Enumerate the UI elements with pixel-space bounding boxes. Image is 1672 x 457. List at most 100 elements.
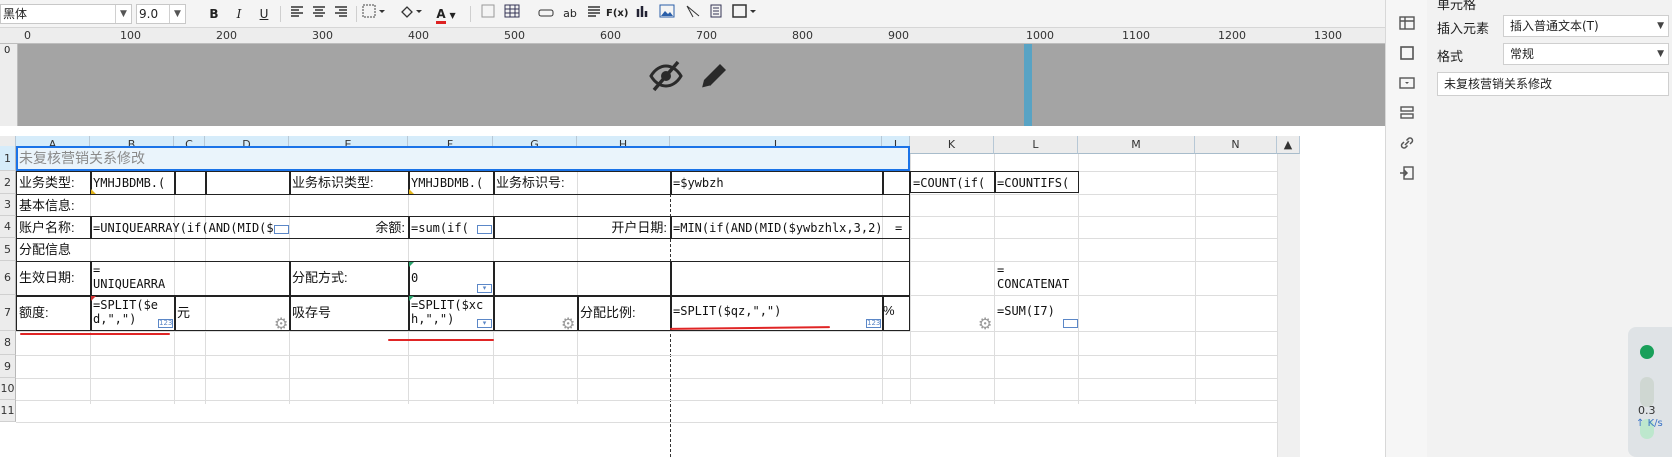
- cell-k2-formula[interactable]: =COUNT(if(: [910, 172, 994, 194]
- bold-button[interactable]: B: [204, 4, 224, 24]
- hidden-eye-icon[interactable]: [648, 58, 684, 94]
- gear-icon[interactable]: ⚙: [561, 316, 575, 332]
- underline-button[interactable]: U: [254, 4, 274, 24]
- cell-g2-biz-id-label[interactable]: 业务标识号:: [493, 172, 670, 194]
- table-icon[interactable]: [502, 4, 522, 24]
- text-ab-button[interactable]: ab: [560, 4, 580, 24]
- ruler-mark: 1000: [1026, 29, 1054, 42]
- cell-e4-balance-label[interactable]: 余额:: [289, 217, 408, 238]
- number-type-icon: 123: [158, 319, 173, 328]
- row-header-3[interactable]: 3: [0, 194, 16, 216]
- report-grid: A B C D E F G H I J K L M N ▲ 1 2 3 4 5 …: [0, 136, 1385, 457]
- cell-b6-formula[interactable]: = UNIQUEARRA: [90, 262, 174, 295]
- ruler-mark: 900: [888, 29, 909, 42]
- cell-a5-allocation-info[interactable]: 分配信息: [16, 239, 316, 261]
- ruler-mark: 0: [24, 29, 31, 42]
- italic-button[interactable]: I: [229, 4, 249, 24]
- paragraph-icon[interactable]: [584, 4, 604, 24]
- formula-button[interactable]: F(x): [606, 4, 628, 24]
- column-header-m[interactable]: M: [1078, 136, 1195, 154]
- gear-icon[interactable]: ⚙: [978, 316, 992, 332]
- font-size-select[interactable]: 9.0 ▼: [136, 4, 186, 24]
- cell-a2-business-type-label[interactable]: 业务类型:: [16, 172, 90, 194]
- cell-j4-formula[interactable]: =: [894, 217, 910, 238]
- row-header-8[interactable]: 8: [0, 331, 16, 355]
- column-header-l[interactable]: L: [994, 136, 1078, 154]
- image-icon[interactable]: [657, 4, 677, 24]
- ruler-mark: 500: [504, 29, 525, 42]
- cell-b2-formula[interactable]: YMHJBDMB.(: [90, 172, 174, 194]
- cell-f4-formula[interactable]: =sum(if(: [408, 217, 480, 238]
- slash-line-icon[interactable]: [683, 4, 703, 24]
- vertical-scrollbar[interactable]: [1277, 154, 1300, 457]
- align-left-icon[interactable]: [287, 4, 307, 24]
- cell-a3-basic-info[interactable]: 基本信息:: [16, 195, 316, 216]
- cell-f2-formula[interactable]: YMHJBDMB.(: [408, 172, 493, 194]
- ruler-mark: 0: [4, 45, 11, 56]
- cell-marker: [409, 296, 414, 301]
- column-header-k[interactable]: K: [910, 136, 994, 154]
- cell-h4-open-date-label[interactable]: 开户日期:: [493, 217, 670, 238]
- row-header-10[interactable]: 10: [0, 378, 16, 400]
- cell-e6-allocation-method-label[interactable]: 分配方式:: [289, 262, 408, 295]
- bar-chart-icon[interactable]: [633, 4, 653, 24]
- page-boundary-handle[interactable]: [1024, 44, 1032, 126]
- toolbar-divider: [280, 6, 281, 22]
- format-select[interactable]: 常规 ▼: [1503, 43, 1669, 65]
- cell-marker: [91, 189, 96, 194]
- cell-c7-unit[interactable]: 元: [174, 296, 205, 331]
- row-header-6[interactable]: 6: [0, 261, 16, 295]
- sub-report-icon[interactable]: [706, 4, 726, 24]
- fill-color-icon[interactable]: [397, 4, 425, 24]
- align-right-icon[interactable]: [331, 4, 351, 24]
- row-header-11[interactable]: 11: [0, 400, 16, 422]
- border-icon[interactable]: [360, 4, 388, 24]
- grid-line: [16, 355, 1278, 356]
- cell-b4-formula[interactable]: =UNIQUEARRAY(if(AND(MID($: [90, 217, 288, 238]
- cell-i2-formula[interactable]: =$ywbzh: [670, 172, 882, 194]
- hyperlink-icon[interactable]: [1398, 134, 1416, 152]
- cell-e2-biz-id-type-label[interactable]: 业务标识类型:: [289, 172, 408, 194]
- cell-a6-effective-date-label[interactable]: 生效日期:: [16, 262, 90, 295]
- row-header-7[interactable]: 7: [0, 295, 16, 331]
- dropdown-field-icon[interactable]: ▾: [477, 284, 492, 293]
- data-import-icon[interactable]: [1398, 164, 1416, 182]
- form-widget-icon[interactable]: [1398, 74, 1416, 92]
- row-header-4[interactable]: 4: [0, 216, 16, 238]
- font-family-select[interactable]: 黑体 ▼: [0, 4, 132, 24]
- row-header-5[interactable]: 5: [0, 238, 16, 261]
- column-header-n[interactable]: N: [1195, 136, 1277, 154]
- cell-a4-account-name-label[interactable]: 账户名称:: [16, 217, 90, 238]
- cell-attribute-icon[interactable]: [1398, 14, 1416, 32]
- align-center-icon[interactable]: [309, 4, 329, 24]
- condition-attr-icon[interactable]: [1398, 104, 1416, 122]
- network-speed-value: 0.3: [1638, 404, 1656, 417]
- font-color-button[interactable]: A ▼: [432, 4, 460, 24]
- ruler-mark: 800: [792, 29, 813, 42]
- dropdown-field-icon[interactable]: ▾: [477, 319, 492, 328]
- cell-element-icon[interactable]: [1398, 44, 1416, 62]
- frame-border-icon[interactable]: [730, 4, 758, 24]
- ruler-mark: 1100: [1122, 29, 1150, 42]
- insert-element-select[interactable]: 插入普通文本(T) ▼: [1503, 15, 1669, 37]
- ruler-mark: 400: [408, 29, 429, 42]
- link-field-icon[interactable]: [536, 4, 556, 24]
- cell-h7-ratio-label[interactable]: 分配比例:: [577, 296, 670, 331]
- ruler-mark: 200: [216, 29, 237, 42]
- scroll-up-icon[interactable]: ▲: [1277, 136, 1300, 154]
- network-speed-widget[interactable]: [1628, 327, 1672, 457]
- row-header-2[interactable]: 2: [0, 171, 16, 194]
- cell-a7-quota-label[interactable]: 额度:: [16, 296, 90, 331]
- gear-icon[interactable]: ⚙: [274, 316, 288, 332]
- cell-e7-deposit-no-label[interactable]: 吸存号: [289, 296, 408, 331]
- row-header-1[interactable]: 1: [0, 146, 16, 171]
- cell-frame-icon[interactable]: [478, 4, 498, 24]
- chevron-down-icon: ▼: [169, 5, 185, 23]
- cell-text-input[interactable]: 未复核营销关系修改: [1437, 72, 1669, 96]
- cell-l2-formula[interactable]: =COUNTIFS(: [994, 172, 1078, 194]
- cell-j7-percent[interactable]: %: [882, 296, 910, 331]
- row-header-9[interactable]: 9: [0, 355, 16, 378]
- pencil-icon[interactable]: [698, 60, 730, 92]
- cell-i4-formula[interactable]: =MIN(if(AND(MID($ywbzhlx,3,2): [670, 217, 896, 238]
- cell-l6-formula[interactable]: = CONCATENAT: [994, 262, 1078, 295]
